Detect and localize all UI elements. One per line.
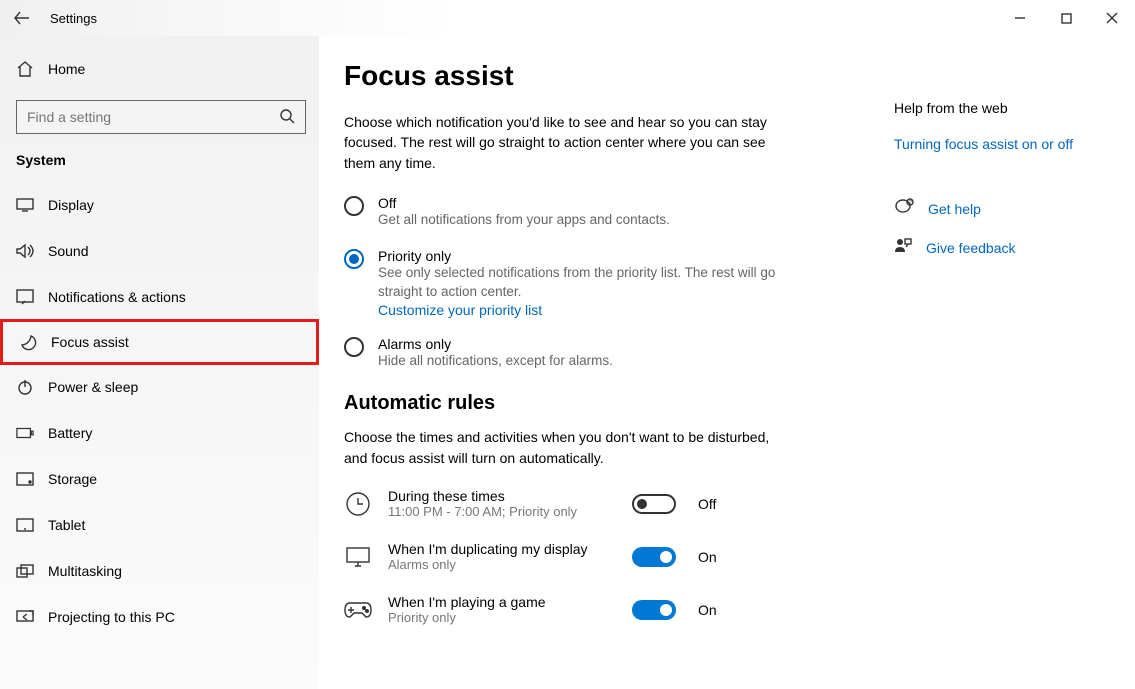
feedback-icon <box>894 237 912 258</box>
tablet-icon <box>16 518 34 532</box>
sidebar-item-label: Projecting to this PC <box>48 609 175 625</box>
sidebar-item-display[interactable]: Display <box>0 182 319 228</box>
svg-text:?: ? <box>909 200 912 206</box>
sidebar: Home System Display Sound <box>0 36 320 689</box>
sidebar-item-sound[interactable]: Sound <box>0 228 319 274</box>
home-nav[interactable]: Home <box>0 46 319 92</box>
customize-priority-link[interactable]: Customize your priority list <box>378 302 808 318</box>
help-panel: Help from the web Turning focus assist o… <box>894 60 1124 689</box>
option-priority-sub: See only selected notifications from the… <box>378 264 808 302</box>
sidebar-item-label: Notifications & actions <box>48 289 186 305</box>
rule-sub: 11:00 PM - 7:00 AM; Priority only <box>388 504 616 519</box>
get-help-link[interactable]: Get help <box>928 201 981 217</box>
projecting-icon <box>16 610 34 624</box>
rule-title: When I'm playing a game <box>388 594 616 610</box>
sidebar-item-power-sleep[interactable]: Power & sleep <box>0 364 319 410</box>
radio-off[interactable] <box>344 196 364 216</box>
search-input-wrap[interactable] <box>16 100 306 134</box>
option-alarms-label: Alarms only <box>378 336 613 352</box>
get-help-row[interactable]: ? Get help <box>894 198 1124 219</box>
give-feedback-row[interactable]: Give feedback <box>894 237 1124 258</box>
rule-duplicating-display[interactable]: When I'm duplicating my display Alarms o… <box>344 541 864 572</box>
sidebar-item-projecting[interactable]: Projecting to this PC <box>0 594 319 640</box>
sidebar-item-storage[interactable]: Storage <box>0 456 319 502</box>
storage-icon <box>16 472 34 486</box>
window-title: Settings <box>50 11 97 26</box>
help-heading: Help from the web <box>894 100 1124 116</box>
option-alarms-sub: Hide all notifications, except for alarm… <box>378 352 613 371</box>
rule-title: When I'm duplicating my display <box>388 541 616 557</box>
power-icon <box>16 379 34 395</box>
rule-title: During these times <box>388 488 616 504</box>
sidebar-item-label: Storage <box>48 471 97 487</box>
sidebar-item-notifications[interactable]: Notifications & actions <box>0 274 319 320</box>
page-title: Focus assist <box>344 60 864 92</box>
rule-sub: Priority only <box>388 610 616 625</box>
toggle-during-times[interactable] <box>632 494 676 514</box>
notifications-icon <box>16 289 34 305</box>
automatic-rules-description: Choose the times and activities when you… <box>344 427 784 468</box>
option-alarms[interactable]: Alarms only Hide all notifications, exce… <box>344 336 864 371</box>
option-off-sub: Get all notifications from your apps and… <box>378 211 670 230</box>
multitasking-icon <box>16 564 34 578</box>
minimize-button[interactable] <box>997 0 1043 36</box>
sound-icon <box>16 243 34 259</box>
option-priority-label: Priority only <box>378 248 808 264</box>
give-feedback-link[interactable]: Give feedback <box>926 240 1016 256</box>
sidebar-item-label: Power & sleep <box>48 379 138 395</box>
rule-during-times[interactable]: During these times 11:00 PM - 7:00 AM; P… <box>344 488 864 519</box>
rule-playing-game[interactable]: When I'm playing a game Priority only On <box>344 594 864 625</box>
clock-icon <box>344 491 372 517</box>
sidebar-item-label: Sound <box>48 243 88 259</box>
sidebar-item-multitasking[interactable]: Multitasking <box>0 548 319 594</box>
search-input[interactable] <box>27 109 271 125</box>
page-description: Choose which notification you'd like to … <box>344 112 784 173</box>
toggle-state: Off <box>698 496 716 512</box>
back-button[interactable] <box>0 0 44 36</box>
sidebar-item-focus-assist[interactable]: Focus assist <box>0 319 319 365</box>
sidebar-item-label: Focus assist <box>51 334 129 350</box>
main-content: Focus assist Choose which notification y… <box>320 36 1135 689</box>
sidebar-item-label: Multitasking <box>48 563 122 579</box>
sidebar-item-label: Display <box>48 197 94 213</box>
radio-alarms[interactable] <box>344 337 364 357</box>
gamepad-icon <box>344 601 372 619</box>
sidebar-section-title: System <box>0 148 319 182</box>
display-icon <box>16 198 34 212</box>
focus-assist-icon <box>19 333 37 351</box>
get-help-icon: ? <box>894 198 914 219</box>
help-link-focus-assist[interactable]: Turning focus assist on or off <box>894 136 1124 152</box>
sidebar-item-label: Tablet <box>48 517 85 533</box>
rule-sub: Alarms only <box>388 557 616 572</box>
automatic-rules-heading: Automatic rules <box>344 392 864 415</box>
battery-icon <box>16 427 34 439</box>
monitor-icon <box>344 546 372 568</box>
home-icon <box>16 60 34 78</box>
toggle-state: On <box>698 549 717 565</box>
option-off[interactable]: Off Get all notifications from your apps… <box>344 195 864 230</box>
search-icon <box>279 108 295 127</box>
toggle-duplicating[interactable] <box>632 547 676 567</box>
option-off-label: Off <box>378 195 670 211</box>
home-label: Home <box>48 61 85 77</box>
option-priority[interactable]: Priority only See only selected notifica… <box>344 248 864 318</box>
titlebar: Settings <box>0 0 1135 36</box>
maximize-button[interactable] <box>1043 0 1089 36</box>
close-button[interactable] <box>1089 0 1135 36</box>
radio-priority[interactable] <box>344 249 364 269</box>
toggle-gaming[interactable] <box>632 600 676 620</box>
toggle-state: On <box>698 602 717 618</box>
sidebar-item-label: Battery <box>48 425 92 441</box>
sidebar-item-tablet[interactable]: Tablet <box>0 502 319 548</box>
sidebar-item-battery[interactable]: Battery <box>0 410 319 456</box>
